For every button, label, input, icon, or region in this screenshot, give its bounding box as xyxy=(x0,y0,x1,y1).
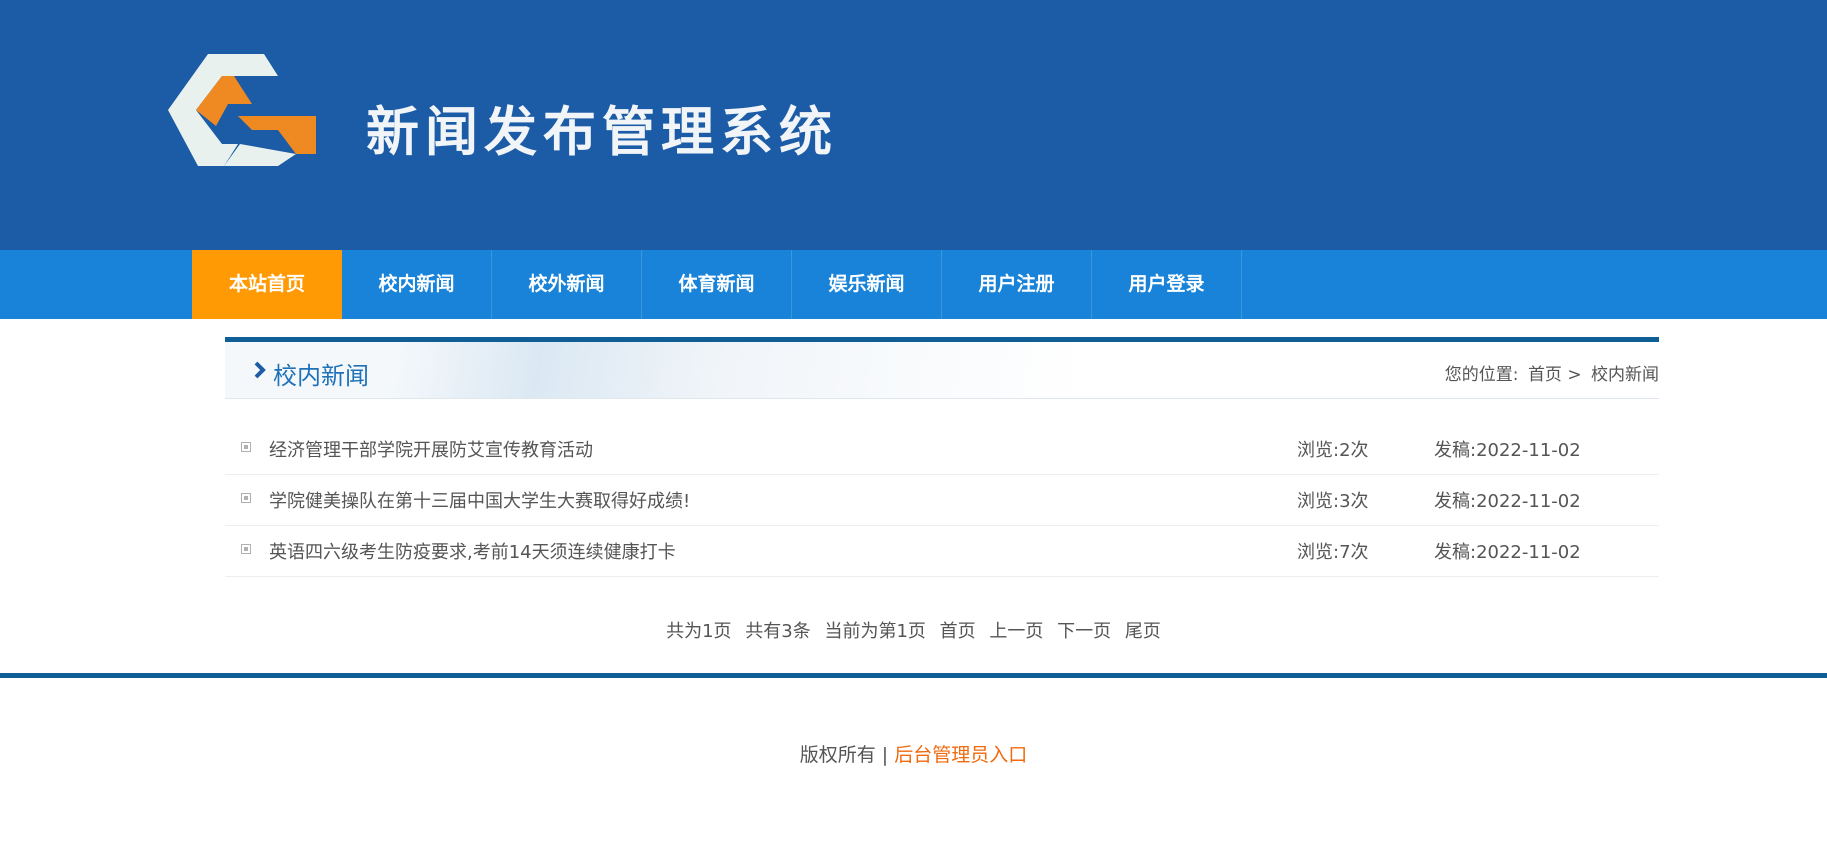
breadcrumb-prefix: 您的位置: xyxy=(1444,365,1519,385)
news-publish-date: 发稿:2022-11-02 xyxy=(1434,440,1581,461)
pager-total-pages: 共为1页 xyxy=(666,621,732,642)
pager-last-link[interactable]: 尾页 xyxy=(1125,621,1161,642)
breadcrumb: 您的位置: 首页 > 校内新闻 xyxy=(1441,360,1659,385)
section-header: 校内新闻 您的位置: 首页 > 校内新闻 xyxy=(225,337,1659,399)
chevron-right-icon xyxy=(254,361,266,379)
site-logo xyxy=(168,54,316,166)
news-publish-date: 发稿:2022-11-02 xyxy=(1434,542,1581,563)
news-view-count: 浏览:7次 xyxy=(1297,542,1369,563)
news-list: 经济管理干部学院开展防艾宣传教育活动 浏览:2次 发稿:2022-11-02 学… xyxy=(225,424,1659,577)
main-nav: 本站首页 校内新闻 校外新闻 体育新闻 娱乐新闻 用户注册 用户登录 xyxy=(0,250,1827,319)
news-title-link[interactable]: 经济管理干部学院开展防艾宣传教育活动 xyxy=(269,436,593,462)
nav-item-register[interactable]: 用户注册 xyxy=(942,250,1092,319)
footer-copyright: 版权所有 | xyxy=(799,744,889,766)
news-row: 经济管理干部学院开展防艾宣传教育活动 浏览:2次 发稿:2022-11-02 xyxy=(225,424,1659,475)
news-publish-date: 发稿:2022-11-02 xyxy=(1434,491,1581,512)
news-title-link[interactable]: 英语四六级考生防疫要求,考前14天须连续健康打卡 xyxy=(269,538,676,564)
pager-total-items: 共有3条 xyxy=(745,621,811,642)
footer-divider xyxy=(0,673,1827,678)
pager-first-link[interactable]: 首页 xyxy=(940,621,976,642)
pagination: 共为1页 共有3条 当前为第1页 首页 上一页 下一页 尾页 xyxy=(0,617,1827,643)
news-row: 英语四六级考生防疫要求,考前14天须连续健康打卡 浏览:7次 发稿:2022-1… xyxy=(225,526,1659,577)
admin-entry-link[interactable]: 后台管理员入口 xyxy=(894,744,1027,766)
nav-item-external-news[interactable]: 校外新闻 xyxy=(492,250,642,319)
nav-item-login[interactable]: 用户登录 xyxy=(1092,250,1242,319)
list-bullet-icon xyxy=(241,544,251,554)
pager-prev-link[interactable]: 上一页 xyxy=(989,621,1043,642)
nav-item-entertainment-news[interactable]: 娱乐新闻 xyxy=(792,250,942,319)
nav-list: 本站首页 校内新闻 校外新闻 体育新闻 娱乐新闻 用户注册 用户登录 xyxy=(192,250,1242,319)
list-bullet-icon xyxy=(241,442,251,452)
site-footer: 版权所有 | 后台管理员入口 xyxy=(0,740,1827,767)
list-bullet-icon xyxy=(241,493,251,503)
news-view-count: 浏览:2次 xyxy=(1297,440,1369,461)
pager-current-page: 当前为第1页 xyxy=(824,621,926,642)
section-title: 校内新闻 xyxy=(273,362,369,390)
breadcrumb-home-link[interactable]: 首页 > xyxy=(1528,365,1582,385)
pager-next-link[interactable]: 下一页 xyxy=(1057,621,1111,642)
nav-item-home[interactable]: 本站首页 xyxy=(192,250,342,319)
site-title: 新闻发布管理系统 xyxy=(366,102,838,163)
nav-item-sports-news[interactable]: 体育新闻 xyxy=(642,250,792,319)
news-title-link[interactable]: 学院健美操队在第十三届中国大学生大赛取得好成绩! xyxy=(269,487,690,513)
nav-item-campus-news[interactable]: 校内新闻 xyxy=(342,250,492,319)
breadcrumb-current: 校内新闻 xyxy=(1591,365,1659,385)
news-view-count: 浏览:3次 xyxy=(1297,491,1369,512)
site-header: 新闻发布管理系统 xyxy=(0,0,1827,250)
news-row: 学院健美操队在第十三届中国大学生大赛取得好成绩! 浏览:3次 发稿:2022-1… xyxy=(225,475,1659,526)
